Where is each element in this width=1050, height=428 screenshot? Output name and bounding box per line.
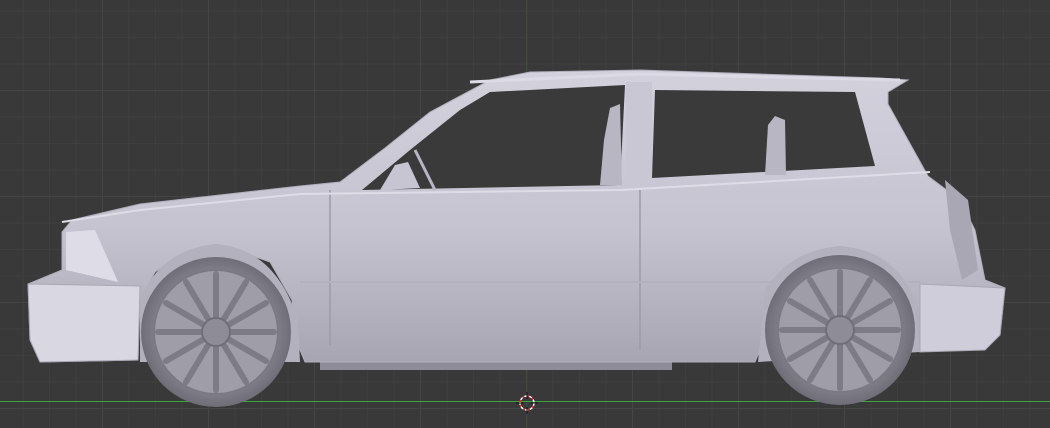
3d-cursor-icon[interactable] <box>516 392 538 414</box>
rear-window <box>652 90 875 178</box>
b-pillar <box>626 82 652 192</box>
front-wheel <box>141 257 291 407</box>
rear-seat <box>765 116 786 175</box>
front-bumper <box>27 283 141 363</box>
rear-bumper <box>919 283 1006 353</box>
car-model[interactable] <box>0 0 1050 428</box>
3d-viewport[interactable] <box>0 0 1050 428</box>
rear-wheel <box>765 255 915 405</box>
